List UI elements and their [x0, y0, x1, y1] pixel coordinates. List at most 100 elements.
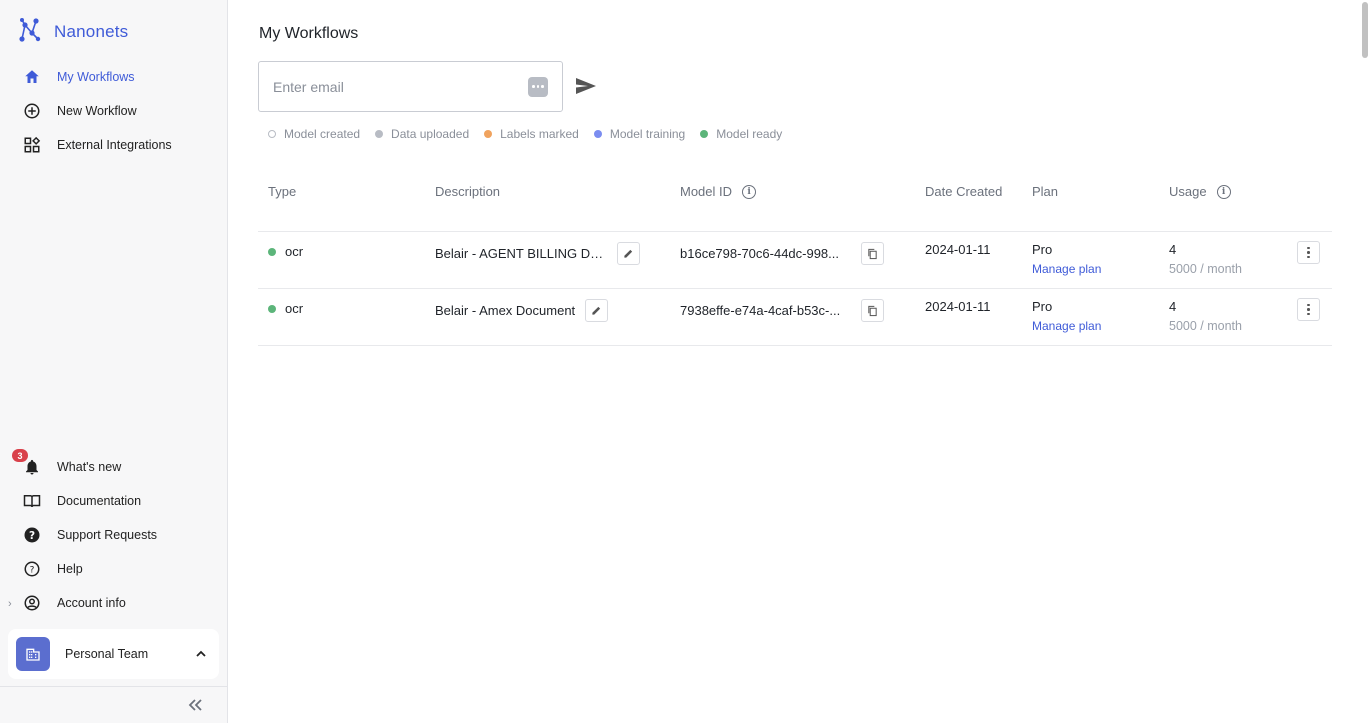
team-name: Personal Team [65, 647, 149, 661]
date-created: 2024-01-11 [925, 299, 991, 314]
sidebar-item-label: What's new [57, 460, 122, 474]
scrollbar-thumb[interactable] [1362, 2, 1368, 58]
plan-cell: Pro Manage plan [1032, 242, 1101, 276]
model-id-cell: 7938effe-e74a-4caf-b53c-... [680, 299, 884, 322]
status-dot [268, 247, 276, 256]
bell-icon: 3 [12, 449, 42, 477]
brand-name: Nanonets [54, 21, 129, 41]
column-header-label: Usage [1169, 184, 1207, 199]
info-icon[interactable]: i [742, 184, 757, 199]
legend-label: Data uploaded [391, 127, 470, 141]
sidebar-item-label: Help [57, 562, 83, 576]
type-label: ocr [285, 244, 304, 259]
help-circle-icon: ? [22, 559, 42, 579]
table-row[interactable]: ocr Belair - Amex Document 7938effe-e74a… [0, 288, 1369, 345]
legend-dot [593, 130, 602, 138]
sidebar-item-account-info[interactable]: Account info [22, 591, 126, 615]
description-cell: Belair - AGENT BILLING DE... [435, 242, 640, 265]
description-text: Belair - AGENT BILLING DE... [435, 246, 607, 261]
sidebar-item-support-requests[interactable]: ? Support Requests [22, 523, 157, 547]
column-header-label: Type [268, 184, 297, 199]
copy-icon [868, 248, 877, 259]
column-header-plan: Plan [1032, 184, 1058, 199]
column-header-label: Model ID [680, 184, 733, 199]
sidebar-item-new-workflow[interactable]: New Workflow [22, 99, 137, 123]
password-manager-icon[interactable] [528, 76, 548, 97]
pencil-icon [592, 306, 601, 315]
brand[interactable]: Nanonets [18, 17, 128, 46]
collapse-sidebar-icon[interactable] [185, 695, 205, 715]
sidebar: Nanonets My Workflows New Workflow Exter… [0, 0, 228, 723]
copy-icon [868, 305, 877, 316]
plan-name: Pro [1032, 299, 1053, 314]
column-header-usage: Usage i [1169, 184, 1231, 199]
table-row[interactable]: ocr Belair - AGENT BILLING DE... b16ce79… [0, 231, 1369, 288]
column-header-model-id: Model ID i [680, 184, 757, 199]
copy-model-id-button[interactable] [861, 299, 884, 322]
team-switcher[interactable]: Personal Team [8, 629, 219, 679]
email-field-container [258, 61, 563, 112]
sidebar-item-label: External Integrations [57, 138, 172, 152]
chevron-up-icon[interactable] [191, 650, 211, 658]
plan-name: Pro [1032, 242, 1053, 257]
column-header-date-created: Date Created [925, 184, 1002, 199]
account-icon [22, 593, 42, 613]
legend-item-labels-marked: Labels marked [484, 127, 579, 141]
page-title: My Workflows [259, 25, 359, 42]
manage-plan-link[interactable]: Manage plan [1032, 262, 1101, 276]
legend-item-data-uploaded: Data uploaded [375, 127, 469, 141]
legend-item-model-ready: Model ready [700, 127, 782, 141]
legend-dot [700, 130, 709, 138]
edit-description-button[interactable] [585, 299, 609, 322]
svg-text:?: ? [30, 565, 35, 575]
manage-plan-link[interactable]: Manage plan [1032, 319, 1101, 333]
type-label: ocr [285, 301, 304, 316]
legend-item-model-training: Model training [593, 127, 686, 141]
sidebar-item-whats-new[interactable]: 3 What's new [12, 449, 122, 479]
legend-label: Model training [609, 127, 686, 141]
column-header-description: Description [435, 184, 500, 199]
nanonets-logo-icon [18, 17, 42, 46]
plus-circle-icon [22, 101, 42, 121]
usage-cell: 4 5000 / month [1169, 242, 1242, 276]
date-created: 2024-01-11 [925, 242, 991, 257]
svg-text:?: ? [29, 530, 35, 542]
building-icon [16, 637, 50, 671]
sidebar-item-label: New Workflow [57, 104, 137, 118]
sidebar-item-label: Documentation [57, 494, 142, 508]
send-icon[interactable] [574, 76, 598, 96]
column-header-label: Plan [1032, 184, 1059, 199]
scrollbar[interactable] [1361, 0, 1369, 723]
notification-badge: 3 [12, 449, 28, 462]
legend-label: Model created [284, 127, 361, 141]
status-dot [268, 304, 276, 313]
sidebar-item-label: My Workflows [57, 70, 135, 84]
more-options-icon[interactable] [1297, 298, 1320, 321]
row-divider [258, 345, 1332, 346]
chevron-right-icon[interactable]: › [8, 598, 12, 610]
sidebar-item-label: Support Requests [57, 528, 158, 542]
copy-model-id-button[interactable] [861, 242, 884, 265]
type-cell: ocr [268, 244, 303, 259]
usage-count: 4 [1169, 299, 1177, 314]
column-header-label: Date Created [925, 184, 1003, 199]
info-icon[interactable]: i [1216, 184, 1231, 199]
home-icon [22, 67, 42, 87]
usage-count: 4 [1169, 242, 1177, 257]
usage-cell: 4 5000 / month [1169, 299, 1242, 333]
column-header-label: Description [435, 184, 501, 199]
sidebar-item-my-workflows[interactable]: My Workflows [22, 65, 135, 89]
usage-limit: 5000 / month [1169, 319, 1242, 333]
sidebar-item-documentation[interactable]: Documentation [22, 489, 141, 513]
sidebar-item-external-integrations[interactable]: External Integrations [22, 133, 172, 157]
legend-dot [268, 130, 276, 138]
more-options-icon[interactable] [1297, 241, 1320, 264]
sidebar-item-help[interactable]: ? Help [22, 557, 83, 581]
legend-dot [484, 130, 493, 138]
sidebar-item-label: Account info [57, 596, 126, 610]
plan-cell: Pro Manage plan [1032, 299, 1101, 333]
legend-dot [375, 130, 384, 138]
type-cell: ocr [268, 301, 303, 316]
edit-description-button[interactable] [617, 242, 640, 265]
email-input[interactable] [273, 78, 528, 95]
